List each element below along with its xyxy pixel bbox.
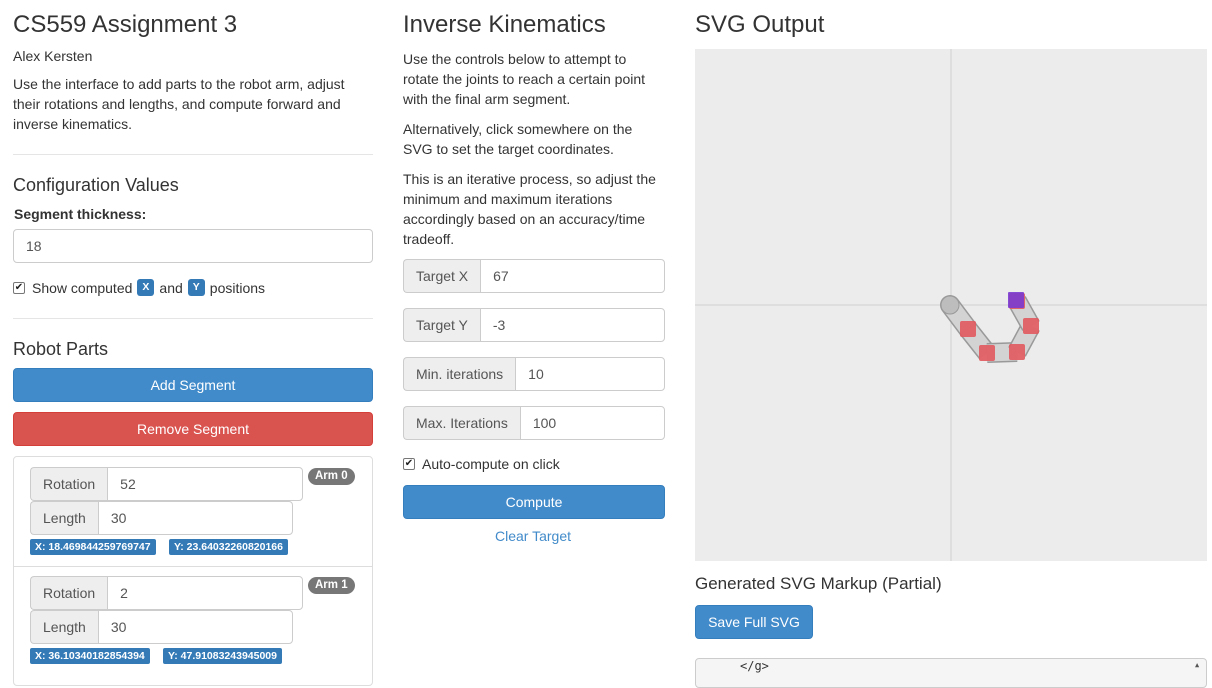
generated-markup-heading: Generated SVG Markup (Partial)	[695, 574, 942, 593]
max-iterations-label: Max. Iterations	[403, 406, 520, 440]
target-y-group: Target Y -3	[403, 308, 665, 342]
auto-compute-checkbox[interactable]: ✔	[403, 458, 415, 470]
robot-arm	[940, 292, 1040, 363]
arm1-length-input[interactable]: 30	[97, 610, 293, 644]
ik-iteration-note: This is an iterative process, so adjust …	[403, 171, 656, 247]
config-heading: Configuration Values	[13, 175, 179, 195]
arm1-badge: Arm 1	[308, 577, 355, 594]
robot-parts-heading: Robot Parts	[13, 339, 109, 359]
joint-marker	[1009, 344, 1025, 360]
thickness-label: Segment thickness:	[14, 206, 147, 222]
min-iterations-label: Min. iterations	[403, 357, 516, 391]
and-text: and	[159, 279, 183, 296]
target-x-input[interactable]: 67	[480, 259, 665, 293]
ik-intro: Use the controls below to attempt to rot…	[403, 51, 646, 107]
segments-panel: Rotation 52 Arm 0 Length 30 X: 18.469844…	[13, 456, 373, 686]
target-x-group: Target X 67	[403, 259, 665, 293]
arm1-rotation-input[interactable]: 2	[107, 576, 303, 610]
min-iterations-group: Min. iterations 10	[403, 357, 665, 391]
min-iterations-input[interactable]: 10	[515, 357, 665, 391]
arm0-x-position: X: 18.469844259769747	[30, 539, 156, 555]
arm0-rotation-input[interactable]: 52	[107, 467, 303, 501]
length-label: Length	[30, 501, 98, 535]
ik-click-hint: Alternatively, click somewhere on the SV…	[403, 121, 633, 157]
clear-target-link[interactable]: Clear Target	[495, 528, 571, 544]
joint-marker	[979, 345, 995, 361]
save-full-svg-button[interactable]: Save Full SVG	[695, 605, 813, 639]
joint-marker	[960, 321, 976, 337]
arm1-x-position: X: 36.10340182854394	[30, 648, 150, 664]
show-positions-text-after: positions	[209, 279, 266, 296]
author-name: Alex Kersten	[13, 48, 93, 64]
arm-base-joint	[940, 295, 960, 315]
max-iterations-input[interactable]: 100	[519, 406, 665, 440]
divider	[13, 154, 373, 155]
ik-title: Inverse Kinematics	[403, 11, 606, 38]
svg-markup-textarea[interactable]: </g> ▲	[695, 658, 1207, 688]
intro-text: Use the interface to add parts to the ro…	[13, 76, 345, 132]
remove-segment-button[interactable]: Remove Segment	[13, 412, 373, 446]
compute-button[interactable]: Compute	[403, 485, 665, 519]
add-segment-button[interactable]: Add Segment	[13, 368, 373, 402]
thickness-input[interactable]: 18	[13, 229, 373, 263]
target-y-label: Target Y	[403, 308, 480, 342]
x-tag: X	[137, 279, 155, 296]
target-marker	[1008, 292, 1024, 308]
auto-compute-row: ✔ Auto-compute on click	[403, 456, 560, 472]
arm1-length-group: Length 30	[30, 610, 293, 644]
divider	[13, 318, 373, 319]
show-positions-row: ✔ Show computed X and Y positions	[13, 279, 265, 296]
svg-canvas[interactable]	[695, 49, 1207, 561]
show-positions-text-before: Show computed	[32, 279, 133, 296]
robot-arm-svg[interactable]	[695, 49, 1207, 561]
arm0-rotation-group: Rotation 52	[30, 467, 303, 501]
svg-output-title: SVG Output	[695, 11, 825, 38]
target-y-input[interactable]: -3	[479, 308, 665, 342]
y-tag: Y	[187, 279, 205, 296]
panel-divider	[14, 566, 372, 567]
page-title: CS559 Assignment 3	[13, 11, 238, 38]
arm0-badge: Arm 0	[308, 468, 355, 485]
arm1-y-position: Y: 47.91083243945009	[163, 648, 282, 664]
arm0-length-group: Length 30	[30, 501, 293, 535]
target-x-label: Target X	[403, 259, 481, 293]
max-iterations-group: Max. Iterations 100	[403, 406, 665, 440]
arm0-length-input[interactable]: 30	[97, 501, 293, 535]
auto-compute-label: Auto-compute on click	[422, 456, 560, 472]
length-label: Length	[30, 610, 98, 644]
arm0-y-position: Y: 23.64032260820166	[169, 539, 288, 555]
arm1-rotation-group: Rotation 2	[30, 576, 303, 610]
show-positions-checkbox[interactable]: ✔	[13, 281, 25, 294]
scroll-up-icon[interactable]: ▲	[1195, 661, 1203, 669]
joint-marker	[1023, 318, 1039, 334]
svg-markup-line: </g>	[740, 659, 769, 673]
rotation-label: Rotation	[30, 576, 108, 610]
rotation-label: Rotation	[30, 467, 108, 501]
